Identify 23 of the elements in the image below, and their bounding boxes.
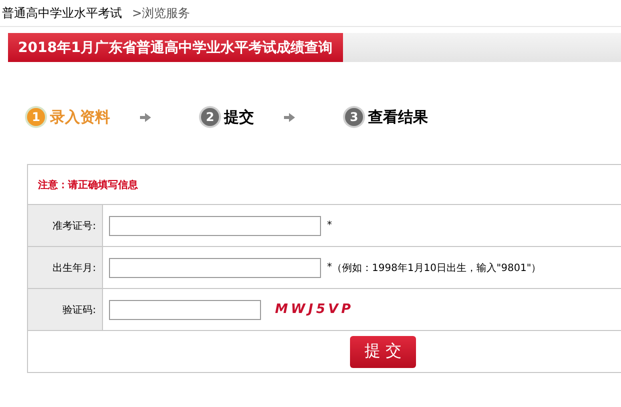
breadcrumb-link[interactable]: >浏览服务 bbox=[132, 4, 190, 22]
step-number: 3 bbox=[345, 108, 363, 126]
arrow-icon bbox=[284, 112, 295, 122]
input-field[interactable] bbox=[109, 258, 321, 278]
step-label: 查看结果 bbox=[368, 108, 428, 126]
step-number: 2 bbox=[201, 108, 219, 126]
page-title: 2018年1月广东省普通高中学业水平考试成绩查询 bbox=[8, 33, 343, 62]
input-field[interactable] bbox=[109, 216, 321, 236]
notice-text: 注意：请正确填写信息 bbox=[38, 178, 138, 192]
step-label: 提交 bbox=[224, 108, 254, 126]
hint-text: （例如：1998年1月10日出生，输入"9801"） bbox=[332, 262, 542, 274]
field-label: 出生年月: bbox=[28, 247, 103, 288]
arrow-icon bbox=[140, 112, 151, 122]
captcha-code: MWJ5VP bbox=[275, 302, 354, 317]
required-mark: * bbox=[327, 220, 332, 231]
breadcrumb-link[interactable]: 普通高中学业水平考试 bbox=[2, 4, 122, 22]
field-label: 准考证号: bbox=[28, 205, 103, 246]
step-number: 1 bbox=[27, 108, 45, 126]
required-mark: * bbox=[327, 262, 332, 273]
submit-button[interactable]: 提 交 bbox=[350, 336, 416, 368]
step-label: 录入资料 bbox=[50, 108, 110, 126]
input-field[interactable] bbox=[109, 300, 261, 320]
field-label: 验证码: bbox=[28, 289, 103, 330]
